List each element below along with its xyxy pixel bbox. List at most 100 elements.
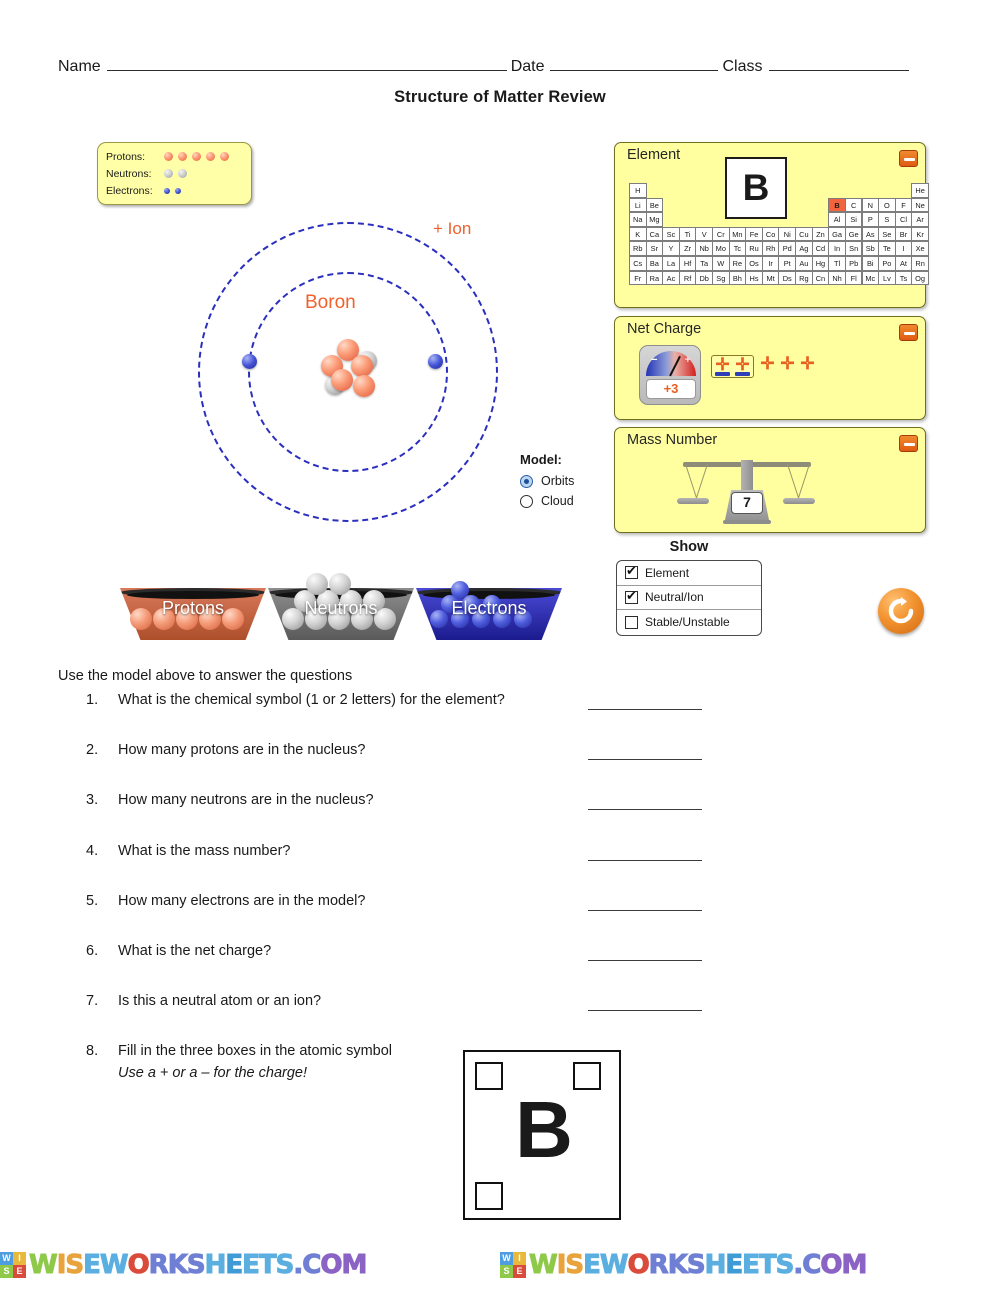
periodic-element-ti[interactable]: Ti bbox=[678, 226, 697, 242]
periodic-element-pb[interactable]: Pb bbox=[844, 255, 863, 271]
periodic-element-na[interactable]: Na bbox=[629, 212, 647, 227]
periodic-element-re[interactable]: Re bbox=[728, 255, 747, 271]
periodic-element-sc[interactable]: Sc bbox=[662, 226, 680, 242]
periodic-element-fe[interactable]: Fe bbox=[745, 226, 763, 242]
periodic-element-n[interactable]: N bbox=[861, 197, 880, 213]
collapse-mass-number-icon[interactable] bbox=[899, 435, 918, 452]
electron-ball[interactable] bbox=[451, 581, 469, 599]
periodic-element-y[interactable]: Y bbox=[662, 241, 680, 256]
radio-orbits-icon[interactable] bbox=[520, 474, 533, 488]
periodic-element-ds[interactable]: Ds bbox=[778, 270, 796, 286]
proton-particle[interactable] bbox=[331, 369, 353, 391]
bucket-neutrons[interactable]: Neutrons bbox=[268, 573, 414, 640]
periodic-element-ar[interactable]: Ar bbox=[911, 212, 929, 227]
periodic-element-sr[interactable]: Sr bbox=[645, 241, 664, 256]
periodic-element-rg[interactable]: Rg bbox=[795, 270, 813, 286]
periodic-element-i[interactable]: I bbox=[894, 241, 913, 256]
periodic-element-li[interactable]: Li bbox=[629, 197, 647, 213]
periodic-element-cr[interactable]: Cr bbox=[712, 226, 730, 242]
answer-blank[interactable] bbox=[588, 909, 702, 911]
collapse-net-charge-icon[interactable] bbox=[899, 324, 918, 341]
periodic-element-mg[interactable]: Mg bbox=[645, 212, 664, 227]
answer-blank[interactable] bbox=[588, 759, 702, 761]
show-item-stable-unstable[interactable]: Stable/Unstable bbox=[617, 610, 761, 635]
periodic-element-cn[interactable]: Cn bbox=[811, 270, 830, 286]
periodic-element-w[interactable]: W bbox=[712, 255, 730, 271]
answer-blank[interactable] bbox=[588, 1010, 702, 1012]
periodic-element-v[interactable]: V bbox=[695, 226, 713, 242]
periodic-element-pd[interactable]: Pd bbox=[778, 241, 796, 256]
periodic-element-b[interactable]: B bbox=[828, 197, 846, 213]
periodic-element-mt[interactable]: Mt bbox=[761, 270, 780, 286]
periodic-element-at[interactable]: At bbox=[894, 255, 913, 271]
atomic-symbol-box[interactable]: B bbox=[463, 1050, 621, 1220]
periodic-element-al[interactable]: Al bbox=[828, 212, 846, 227]
atomic-symbol-charge-box[interactable] bbox=[573, 1062, 601, 1090]
periodic-element-ra[interactable]: Ra bbox=[645, 270, 664, 286]
periodic-element-p[interactable]: P bbox=[861, 212, 880, 227]
periodic-element-bh[interactable]: Bh bbox=[728, 270, 747, 286]
periodic-element-ba[interactable]: Ba bbox=[645, 255, 664, 271]
periodic-element-fr[interactable]: Fr bbox=[629, 270, 647, 286]
periodic-element-tl[interactable]: Tl bbox=[828, 255, 846, 271]
periodic-element-rn[interactable]: Rn bbox=[911, 255, 929, 271]
periodic-element-kr[interactable]: Kr bbox=[911, 226, 929, 242]
show-item-element[interactable]: Element bbox=[617, 561, 761, 586]
atomic-symbol-number-box[interactable] bbox=[475, 1182, 503, 1210]
periodic-element-ta[interactable]: Ta bbox=[695, 255, 713, 271]
periodic-element-te[interactable]: Te bbox=[878, 241, 896, 256]
checkbox-element-icon[interactable] bbox=[625, 563, 638, 580]
periodic-element-rf[interactable]: Rf bbox=[678, 270, 697, 286]
name-blank[interactable] bbox=[106, 56, 507, 71]
periodic-element-h[interactable]: H bbox=[629, 183, 647, 198]
atomic-symbol-mass-box[interactable] bbox=[475, 1062, 503, 1090]
answer-blank[interactable] bbox=[588, 809, 702, 811]
periodic-element-s[interactable]: S bbox=[878, 212, 896, 227]
periodic-element-po[interactable]: Po bbox=[878, 255, 896, 271]
periodic-element-au[interactable]: Au bbox=[795, 255, 813, 271]
electron-particle[interactable] bbox=[242, 354, 257, 369]
periodic-element-xe[interactable]: Xe bbox=[911, 241, 929, 256]
periodic-element-si[interactable]: Si bbox=[844, 212, 863, 227]
periodic-element-hg[interactable]: Hg bbox=[811, 255, 830, 271]
periodic-element-lv[interactable]: Lv bbox=[878, 270, 896, 286]
periodic-element-tc[interactable]: Tc bbox=[728, 241, 747, 256]
periodic-element-ga[interactable]: Ga bbox=[828, 226, 846, 242]
answer-blank[interactable] bbox=[588, 859, 702, 861]
periodic-element-ts[interactable]: Ts bbox=[894, 270, 913, 286]
periodic-element-ac[interactable]: Ac bbox=[662, 270, 680, 286]
answer-blank[interactable] bbox=[588, 709, 702, 710]
periodic-element-la[interactable]: La bbox=[662, 255, 680, 271]
periodic-element-cs[interactable]: Cs bbox=[629, 255, 647, 271]
proton-particle[interactable] bbox=[351, 355, 373, 377]
periodic-element-hf[interactable]: Hf bbox=[678, 255, 697, 271]
periodic-element-o[interactable]: O bbox=[878, 197, 896, 213]
periodic-element-sn[interactable]: Sn bbox=[844, 241, 863, 256]
show-item-neutral-ion[interactable]: Neutral/Ion bbox=[617, 586, 761, 610]
date-blank[interactable] bbox=[550, 56, 719, 71]
periodic-element-rh[interactable]: Rh bbox=[761, 241, 780, 256]
periodic-element-ir[interactable]: Ir bbox=[761, 255, 780, 271]
periodic-element-ne[interactable]: Ne bbox=[911, 197, 929, 213]
class-blank[interactable] bbox=[768, 56, 909, 71]
periodic-element-nb[interactable]: Nb bbox=[695, 241, 713, 256]
model-option-orbits[interactable]: Orbits bbox=[520, 471, 612, 491]
periodic-element-og[interactable]: Og bbox=[911, 270, 929, 286]
answer-blank[interactable] bbox=[588, 959, 702, 961]
periodic-element-cd[interactable]: Cd bbox=[811, 241, 830, 256]
checkbox-neutral-ion-icon[interactable] bbox=[625, 588, 638, 604]
periodic-element-cl[interactable]: Cl bbox=[894, 212, 913, 227]
atom-model[interactable]: + Ion Boron bbox=[178, 205, 518, 522]
periodic-element-ca[interactable]: Ca bbox=[645, 226, 664, 242]
checkbox-stable-unstable-icon[interactable] bbox=[625, 615, 638, 629]
periodic-element-db[interactable]: Db bbox=[695, 270, 713, 286]
periodic-element-ru[interactable]: Ru bbox=[745, 241, 763, 256]
periodic-element-f[interactable]: F bbox=[894, 197, 913, 213]
bucket-electrons[interactable]: Electrons bbox=[416, 578, 562, 640]
periodic-element-co[interactable]: Co bbox=[761, 226, 780, 242]
neutron-ball[interactable] bbox=[306, 573, 328, 595]
neutron-ball[interactable] bbox=[329, 573, 351, 595]
proton-particle[interactable] bbox=[353, 375, 375, 397]
collapse-element-icon[interactable] bbox=[899, 150, 918, 167]
periodic-element-zn[interactable]: Zn bbox=[811, 226, 830, 242]
